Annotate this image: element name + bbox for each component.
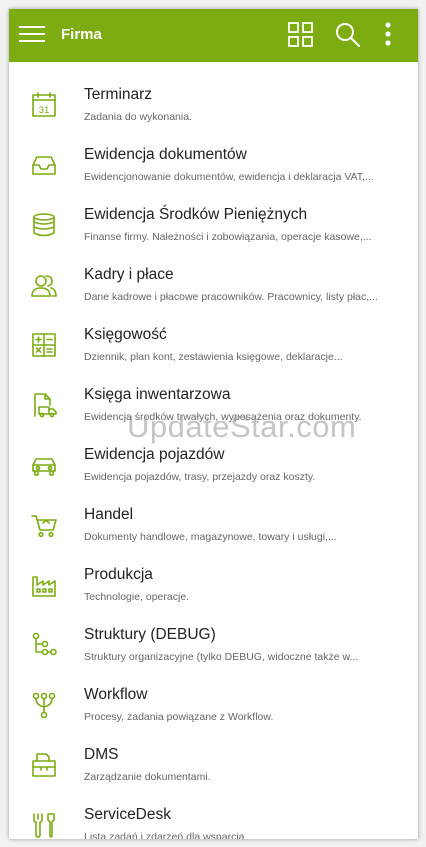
grid-view-icon[interactable] (287, 21, 315, 49)
people-icon (31, 275, 57, 297)
item-name: Struktury (DEBUG) (84, 626, 216, 643)
item-name: Ewidencja dokumentów (84, 146, 247, 163)
item-description: Zarządzanie dokumentami. (84, 771, 211, 783)
item-name: Kadry i płace (84, 266, 174, 283)
item-name: ServiceDesk (84, 806, 171, 823)
shopping-cart-icon (31, 515, 57, 538)
list-item-ewidencja-pojazdow[interactable]: Ewidencja pojazdów Ewidencja pojazdów, t… (9, 434, 418, 494)
calculator-icon (32, 333, 56, 357)
item-name: Workflow (84, 686, 148, 703)
item-description: Finanse firmy. Należności i zobowiązania… (84, 231, 372, 243)
item-description: Dziennik, plan kont, zestawienia księgow… (84, 351, 343, 363)
coin-stack-icon (33, 213, 55, 237)
calendar-icon: 31 (32, 92, 56, 117)
item-description: Procesy, zadania powiązane z Workflow. (84, 711, 274, 723)
list-item-servicedesk[interactable]: ServiceDesk Lista zadań i zdarzeń dla ws… (9, 794, 418, 839)
list-item-handel[interactable]: Handel Dokumenty handlowe, magazynowe, t… (9, 494, 418, 554)
workflow-branch-icon (32, 692, 56, 719)
item-name: DMS (84, 746, 119, 763)
list-item-dms[interactable]: DMS Zarządzanie dokumentami. (9, 734, 418, 794)
item-name: Ewidencja pojazdów (84, 446, 225, 463)
folder-documents-icon (32, 753, 56, 777)
list-item-ewidencja-dokumentow[interactable]: Ewidencja dokumentów Ewidencjonowanie do… (9, 134, 418, 194)
hierarchy-icon (32, 632, 57, 656)
page-title: Firma (61, 26, 102, 43)
item-name: Handel (84, 506, 134, 523)
top-app-bar: Firma (9, 9, 418, 62)
item-description: Dokumenty handlowe, magazynowe, towary i… (84, 531, 337, 543)
more-vertical-icon[interactable] (383, 21, 393, 49)
item-name: Księgowość (84, 326, 167, 343)
factory-icon (32, 576, 56, 597)
item-name: Produkcja (84, 566, 153, 583)
inbox-tray-icon (32, 156, 56, 175)
item-description: Lista zadań i zdarzeń dla wsparcia (84, 831, 245, 839)
item-description: Dane kadrowe i płacowe pracowników. Prac… (84, 291, 378, 303)
list-item-ewidencja-srodkow-pienieznych[interactable]: Ewidencja Środków Pieniężnych Finanse fi… (9, 194, 418, 254)
list-item-workflow[interactable]: Workflow Procesy, zadania powiązane z Wo… (9, 674, 418, 734)
car-icon (32, 458, 56, 476)
list-item-produkcja[interactable]: Produkcja Technologie, operacje. (9, 554, 418, 614)
item-name: Terminarz (84, 86, 153, 103)
item-description: Technologie, operacje. (84, 591, 190, 603)
item-description: Zadania do wykonania. (84, 111, 192, 123)
item-name: Ewidencja Środków Pieniężnych (84, 206, 308, 223)
document-truck-icon (34, 393, 57, 418)
item-name: Księga inwentarzowa (84, 386, 231, 403)
search-icon[interactable] (334, 21, 362, 49)
hamburger-menu-icon[interactable] (19, 23, 45, 47)
item-description: Ewidencjonowanie dokumentów, ewidencja i… (84, 171, 374, 183)
list-item-ksiega-inwentarzowa[interactable]: Księga inwentarzowa Ewidencja środków tr… (9, 374, 418, 434)
app-window: Firma 31 Terminarz Zadania do wykonania. (9, 9, 418, 839)
list-item-terminarz[interactable]: 31 Terminarz Zadania do wykonania. (9, 74, 418, 134)
item-description: Struktury organizacyjne (tylko DEBUG, wi… (84, 651, 359, 663)
item-description: Ewidencja pojazdów, trasy, przejazdy ora… (84, 471, 316, 483)
svg-text:31: 31 (39, 105, 50, 116)
list-item-struktury[interactable]: Struktury (DEBUG) Struktury organizacyjn… (9, 614, 418, 674)
list-item-kadry-i-place[interactable]: Kadry i płace Dane kadrowe i płacowe pra… (9, 254, 418, 314)
item-description: Ewidencja środków trwałych, wyposażenia … (84, 411, 362, 423)
list-item-ksiegowosc[interactable]: Księgowość Dziennik, plan kont, zestawie… (9, 314, 418, 374)
tools-icon (33, 813, 55, 838)
